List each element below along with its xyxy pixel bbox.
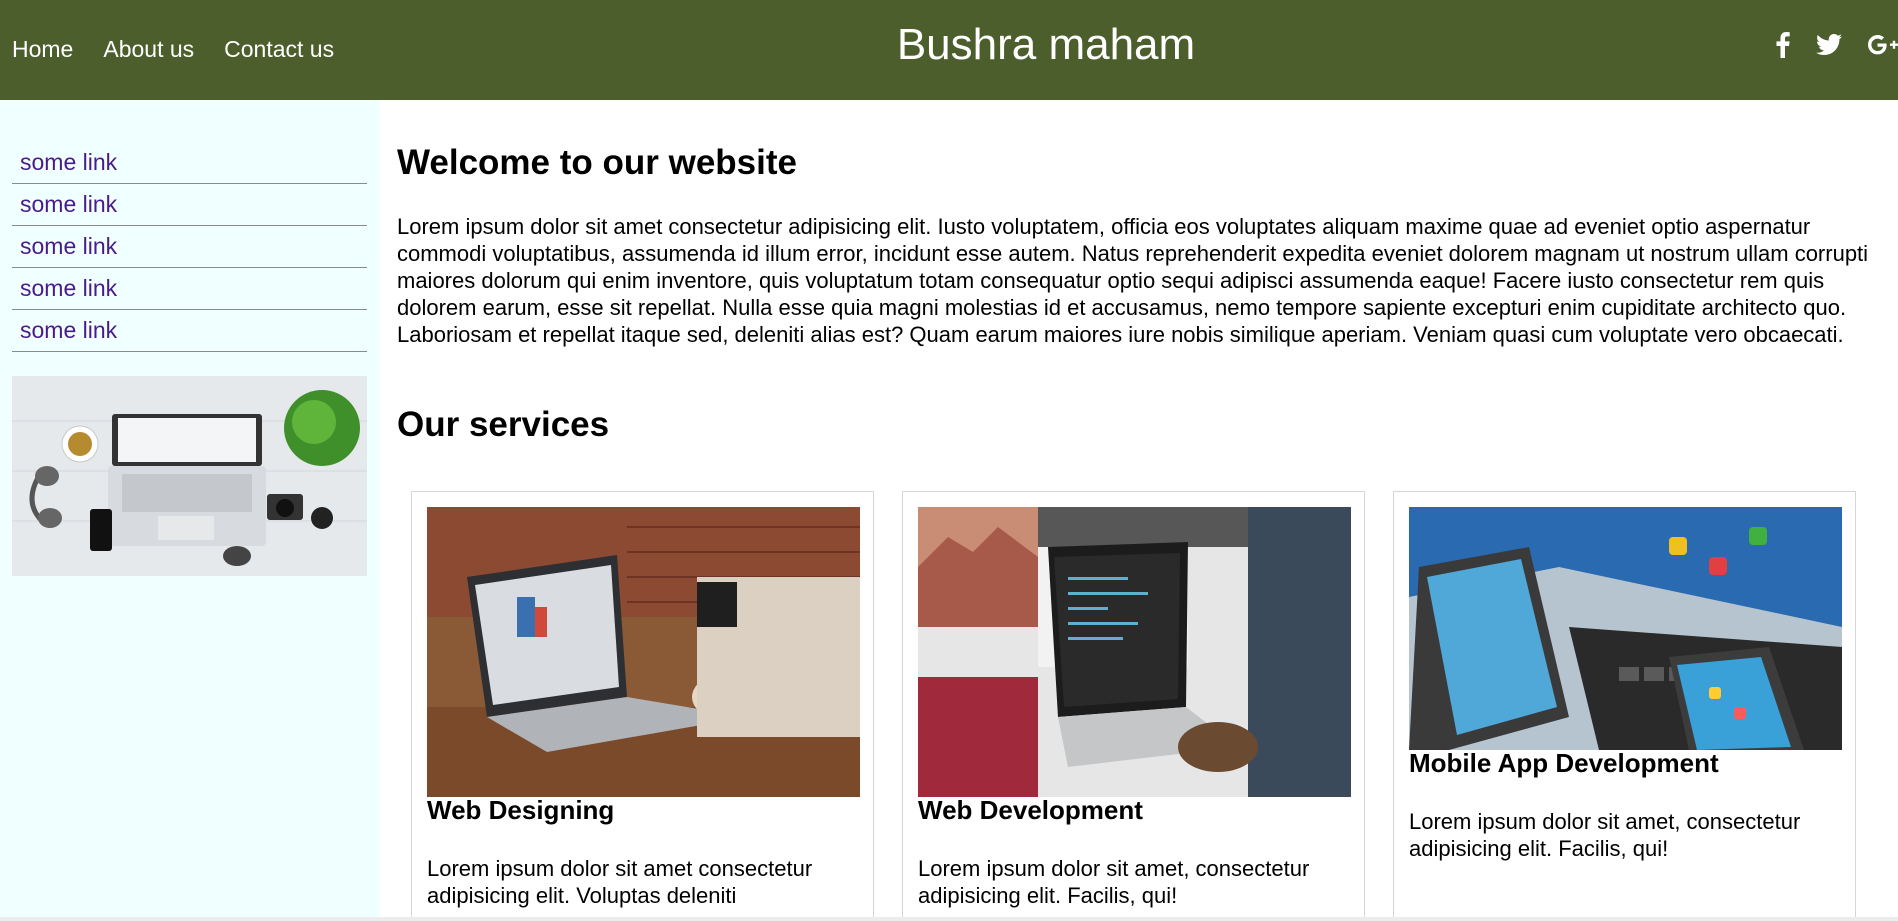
service-title: Web Development [918,795,1143,825]
service-card: Mobile App Development Lorem ipsum dolor… [1393,491,1856,921]
main-nav: Home About us Contact us [12,36,334,63]
site-header: Home About us Contact us Bushra maham [0,0,1898,100]
nav-about-link[interactable]: About us [103,36,194,63]
sidebar-item: some link [12,226,367,268]
google-plus-icon[interactable] [1868,35,1898,55]
social-links [1776,32,1898,58]
sidebar-item: some link [12,184,367,226]
sidebar-link[interactable]: some link [20,275,117,302]
service-description: Lorem ipsum dolor sit amet, consectetur … [1409,809,1801,861]
nav-contact-link[interactable]: Contact us [224,36,334,63]
service-description: Lorem ipsum dolor sit amet, consectetur … [918,856,1310,908]
sidebar-item: some link [12,268,367,310]
service-card: Web Development Lorem ipsum dolor sit am… [902,491,1365,921]
service-image [1409,507,1842,750]
service-card: Web Designing Lorem ipsum dolor sit amet… [411,491,874,921]
window-bottom-edge [0,917,1898,921]
service-image [427,507,860,797]
service-image [918,507,1351,797]
sidebar-link[interactable]: some link [20,233,117,260]
twitter-icon[interactable] [1816,34,1842,56]
facebook-icon[interactable] [1776,32,1790,58]
sidebar-item: some link [12,310,367,352]
intro-paragraph: Lorem ipsum dolor sit amet consectetur a… [397,214,1869,347]
sidebar-link[interactable]: some link [20,317,117,344]
services-heading: Our services [397,405,610,444]
nav-home-link[interactable]: Home [12,36,73,63]
services-list: Web Designing Lorem ipsum dolor sit amet… [411,491,1856,921]
sidebar-item: some link [12,142,367,184]
service-title: Mobile App Development [1409,748,1719,778]
service-title: Web Designing [427,795,615,825]
page: Home About us Contact us Bushra maham so… [0,0,1898,921]
workspace-image [12,376,367,576]
sidebar-links: some link some link some link some link … [12,142,367,352]
sidebar: some link some link some link some link … [0,100,380,921]
service-description: Lorem ipsum dolor sit amet consectetur a… [427,856,813,908]
sidebar-link[interactable]: some link [20,149,117,176]
page-title: Welcome to our website [397,143,797,182]
sidebar-link[interactable]: some link [20,191,117,218]
